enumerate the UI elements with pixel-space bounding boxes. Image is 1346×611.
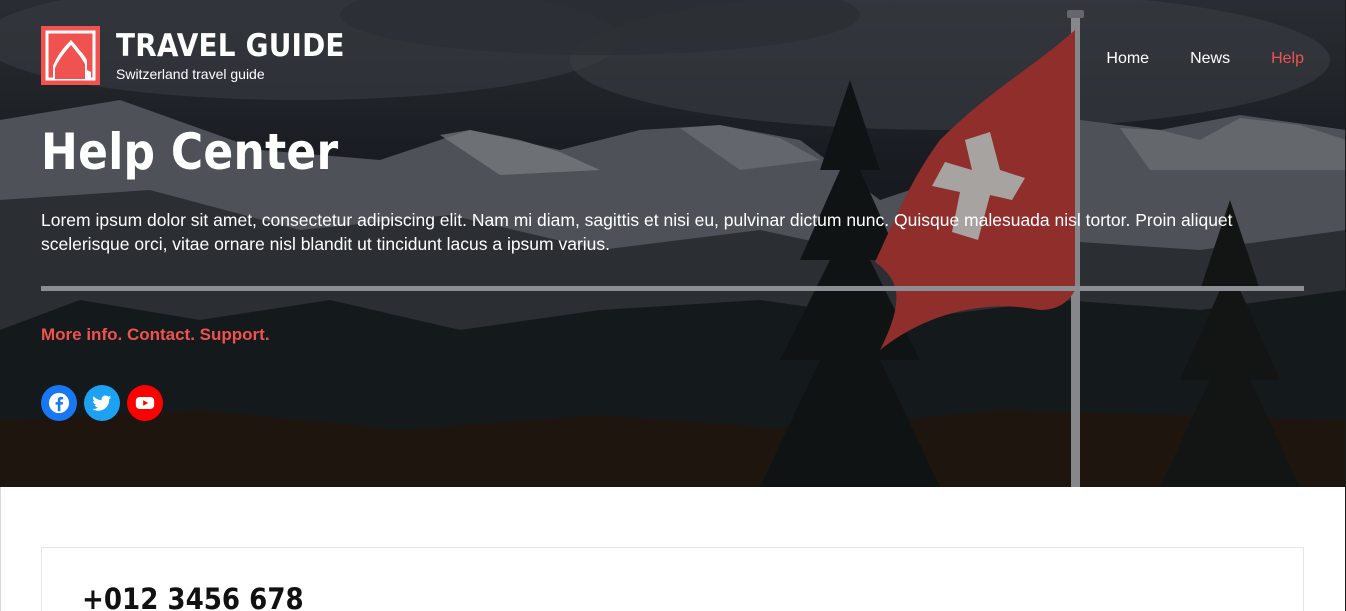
brand[interactable]: TRAVEL GUIDE Switzerland travel guide: [41, 26, 370, 85]
site-subtitle: Switzerland travel guide: [116, 65, 265, 82]
main-navigation: Home News Help: [1106, 49, 1304, 69]
tagline: More info. Contact. Support.: [41, 325, 270, 344]
twitter-icon[interactable]: [84, 385, 120, 421]
brand-text: TRAVEL GUIDE Switzerland travel guide: [116, 30, 370, 82]
contact-card: +012 3456 678: [41, 547, 1304, 611]
hero-section: TRAVEL GUIDE Switzerland travel guide Ho…: [0, 0, 1346, 487]
nav-item-home[interactable]: Home: [1106, 49, 1149, 69]
intro-paragraph: Lorem ipsum dolor sit amet, consectetur …: [41, 210, 1233, 254]
site-title[interactable]: TRAVEL GUIDE: [116, 30, 345, 62]
facebook-icon[interactable]: [41, 385, 77, 421]
youtube-icon[interactable]: [127, 385, 163, 421]
page-edge: [0, 487, 1, 611]
nav-item-news[interactable]: News: [1190, 49, 1230, 69]
mountain-logo-icon: [41, 26, 100, 85]
social-links: [41, 385, 163, 421]
contact-phone[interactable]: +012 3456 678: [82, 582, 304, 611]
page-title: Help Center: [41, 123, 339, 181]
nav-item-help[interactable]: Help: [1271, 49, 1304, 69]
divider: [41, 286, 1304, 291]
